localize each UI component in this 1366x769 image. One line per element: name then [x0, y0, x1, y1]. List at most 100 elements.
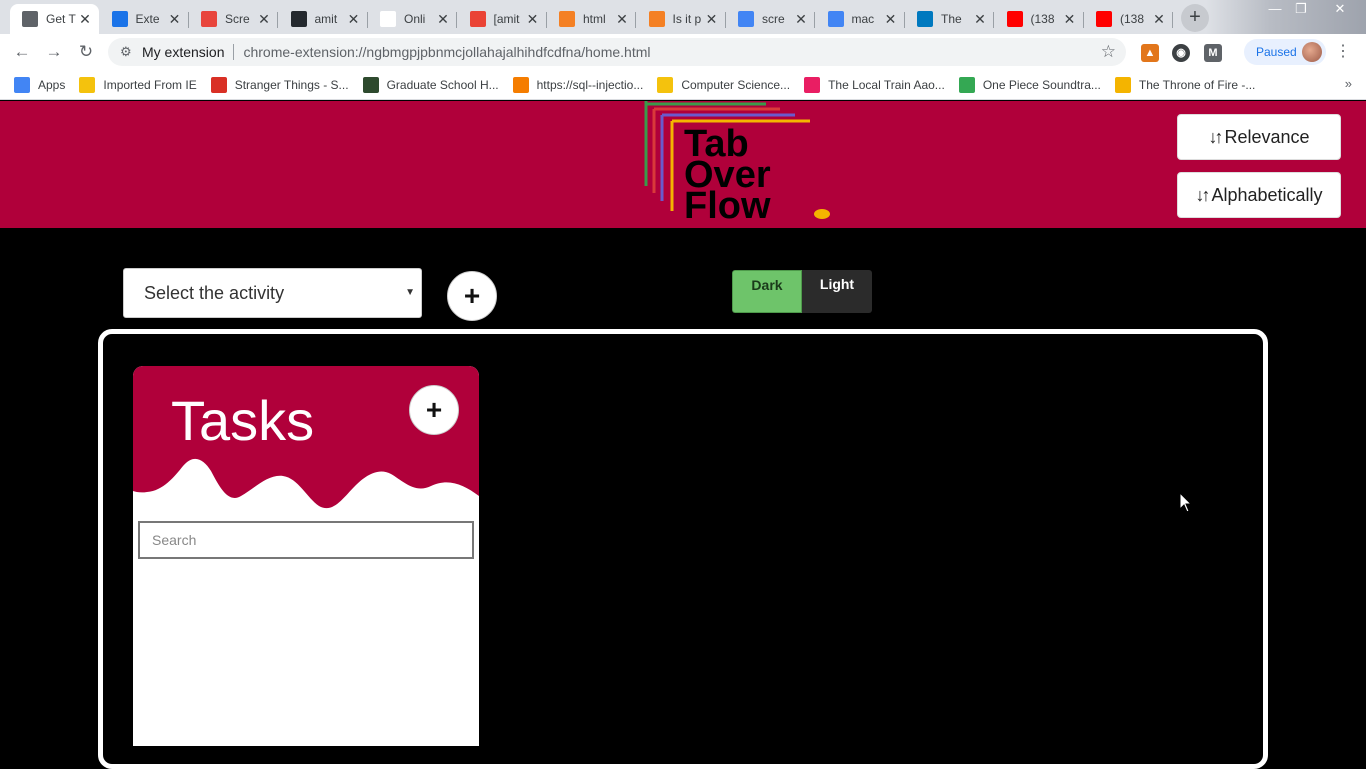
tab-title: amit: [314, 12, 338, 26]
close-tab-icon[interactable]: ✕: [167, 11, 183, 28]
browser-tab[interactable]: Exte ✕: [100, 4, 189, 34]
close-tab-icon[interactable]: ✕: [1151, 11, 1167, 28]
browser-toolbar: ← → ↻ ⚙ My extension chrome-extension://…: [0, 34, 1366, 70]
bookmark-item[interactable]: Apps: [14, 76, 65, 93]
browser-tab[interactable]: The ✕: [905, 4, 994, 34]
reload-icon[interactable]: ↻: [74, 40, 98, 64]
browser-tab[interactable]: Scre ✕: [189, 4, 278, 34]
close-window-icon[interactable]: ✕: [1325, 0, 1355, 20]
add-activity-button[interactable]: +: [447, 271, 497, 321]
tab-title: The: [941, 12, 962, 26]
globe-extension-icon[interactable]: ◉: [1172, 44, 1190, 62]
task-search-input[interactable]: Search: [138, 521, 474, 559]
browser-tab[interactable]: Get T ✕: [10, 4, 99, 34]
task-card: Tasks + Search: [133, 366, 479, 746]
tab-title: scre: [762, 12, 785, 26]
gmail-icon: [469, 11, 486, 27]
browser-tab[interactable]: [amit ✕: [458, 4, 547, 34]
extension-puzzle-icon: ⚙: [120, 44, 132, 59]
bookmark-label: The Throne of Fire -...: [1138, 77, 1256, 92]
close-tab-icon[interactable]: ✕: [883, 11, 899, 28]
chrome-menu-icon[interactable]: ⋮: [1335, 41, 1351, 61]
tab-strip: Get T ✕ Exte ✕ Scre ✕ amit ✕ Onli ✕ [amit ✕ html ✕ Is …: [0, 0, 1366, 34]
bookmark-item[interactable]: https://sql--injectio...: [512, 76, 644, 93]
close-tab-icon[interactable]: ✕: [256, 11, 272, 28]
close-tab-icon[interactable]: ✕: [525, 11, 541, 28]
chevron-down-icon: ▼: [405, 287, 415, 298]
theme-light-option[interactable]: Light: [802, 270, 872, 313]
sort-alphabetically-button[interactable]: ↓↑ Alphabetically: [1177, 172, 1341, 218]
tab-overflow-logo: Tab Over Flow: [644, 101, 830, 227]
close-tab-icon[interactable]: ✕: [346, 11, 362, 28]
browser-tab[interactable]: Onli ✕: [368, 4, 457, 34]
activity-select[interactable]: Select the activity ▼: [123, 268, 422, 318]
metamask-fox-icon[interactable]: ▲: [1141, 44, 1159, 62]
music-icon: [804, 76, 821, 93]
bookmark-star-icon[interactable]: ☆: [1101, 42, 1116, 62]
forward-arrow-icon[interactable]: →: [42, 40, 66, 64]
browser-tab[interactable]: Is it p ✕: [637, 4, 726, 34]
puzzle-icon: [111, 11, 128, 27]
tab-title: [amit: [493, 12, 520, 26]
bookmark-item[interactable]: Stranger Things - S...: [210, 76, 349, 93]
google-icon: [738, 11, 754, 27]
close-tab-icon[interactable]: ✕: [77, 11, 93, 28]
theme-toggle[interactable]: Dark Light: [732, 270, 872, 313]
bookmark-label: https://sql--injectio...: [536, 77, 644, 92]
add-task-button[interactable]: +: [409, 385, 459, 435]
play-store-icon: [958, 76, 975, 93]
bookmark-label: Computer Science...: [681, 77, 791, 92]
logo-line-3: Flow: [684, 185, 771, 227]
site-label: My extension: [142, 44, 225, 60]
close-tab-icon[interactable]: ✕: [1062, 11, 1078, 28]
bookmarks-overflow-icon[interactable]: »: [1345, 76, 1352, 91]
bookmark-item[interactable]: Computer Science...: [657, 76, 791, 93]
bookmark-item[interactable]: The Local Train Aao...: [804, 76, 945, 93]
bookmark-item[interactable]: Graduate School H...: [362, 76, 499, 93]
tab-title: (138: [1030, 12, 1055, 26]
tab-separator: [1172, 12, 1173, 28]
restore-icon[interactable]: ❐: [1286, 0, 1316, 20]
logo-dot: [814, 209, 830, 219]
close-tab-icon[interactable]: ✕: [435, 11, 451, 28]
folder-icon: [79, 76, 96, 93]
browser-tab[interactable]: (138 ✕: [995, 4, 1084, 34]
browser-tab[interactable]: amit ✕: [279, 4, 368, 34]
stackoverflow-icon: [559, 11, 575, 27]
sort-alphabetically-label: Alphabetically: [1211, 184, 1323, 205]
close-tab-icon[interactable]: ✕: [972, 11, 988, 28]
tab-title: Scre: [225, 12, 250, 26]
close-tab-icon[interactable]: ✕: [793, 11, 809, 28]
github-icon: [290, 11, 307, 27]
profile-paused-button[interactable]: Paused: [1244, 39, 1326, 65]
chrome-icon: [201, 11, 217, 27]
browser-tab[interactable]: mac ✕: [816, 4, 905, 34]
address-bar[interactable]: ⚙ My extension chrome-extension://ngbmgp…: [108, 38, 1126, 66]
browser-tab[interactable]: html ✕: [547, 4, 636, 34]
back-arrow-icon[interactable]: ←: [10, 40, 34, 64]
browser-tab[interactable]: scre ✕: [726, 4, 815, 34]
youtube-icon: [1006, 11, 1023, 27]
url-text[interactable]: chrome-extension://ngbmgpjpbnmcjollahaja…: [243, 44, 650, 60]
sort-arrows-icon: ↓↑: [1195, 184, 1210, 205]
bookmark-item[interactable]: The Throne of Fire -...: [1114, 76, 1256, 93]
search-placeholder: Search: [152, 532, 197, 548]
medium-extension-icon[interactable]: M: [1204, 44, 1222, 62]
profile-avatar: [1302, 42, 1322, 62]
tab-title: Onli: [404, 12, 426, 26]
youtube-icon: [1096, 11, 1112, 27]
omnibox-divider: [233, 44, 235, 60]
close-tab-icon[interactable]: ✕: [704, 11, 720, 28]
new-tab-button[interactable]: +: [1181, 4, 1209, 32]
sort-relevance-button[interactable]: ↓↑ Relevance: [1177, 114, 1341, 160]
tab-title: Exte: [135, 12, 160, 26]
bookmarks-bar: Apps Imported From IE Stranger Things - S.…: [0, 70, 1366, 100]
theme-dark-option[interactable]: Dark: [732, 270, 802, 313]
browser-tab[interactable]: (138 ✕: [1084, 4, 1173, 34]
bookmark-label: Stranger Things - S...: [234, 77, 349, 92]
medium-m-icon: [22, 11, 38, 27]
plus-icon: +: [463, 280, 481, 311]
bookmark-item[interactable]: Imported From IE: [79, 76, 197, 93]
bookmark-item[interactable]: One Piece Soundtra...: [958, 76, 1101, 93]
close-tab-icon[interactable]: ✕: [614, 11, 630, 28]
